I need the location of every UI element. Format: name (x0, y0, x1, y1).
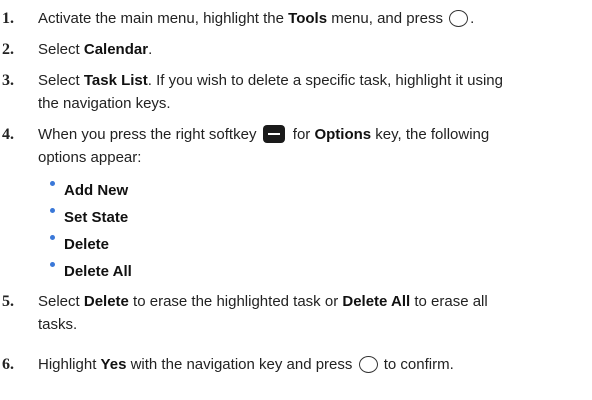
step-text-part: Highlight (38, 356, 101, 373)
step-text-part: Select (38, 41, 84, 58)
step-text: Select Delete to erase the highlighted t… (38, 290, 586, 336)
step-text-part: with the navigation key and press (126, 356, 357, 373)
option-item-delete: Delete (50, 233, 450, 256)
step-text-part: Activate the main menu, highlight the (38, 10, 289, 27)
step-emphasis: Options (314, 126, 372, 143)
step-number: 2. (2, 41, 14, 58)
step-text-part: . (470, 10, 475, 27)
option-item-set-state: Set State (50, 206, 450, 229)
option-item-add-new: Add New (50, 179, 450, 202)
option-label: Set State (64, 209, 129, 226)
step-text-part: Select (38, 293, 84, 310)
step-text-part: . If you wish to delete a specific task,… (147, 72, 503, 89)
step-emphasis: Delete (83, 293, 129, 310)
step-text-part: the navigation keys. (38, 95, 171, 112)
option-label: Delete (64, 236, 110, 253)
step-text: Activate the main menu, highlight the To… (38, 7, 586, 30)
bullet-icon (50, 235, 55, 240)
step-text-part: to erase all (410, 293, 488, 310)
step-text-part: to confirm. (379, 356, 454, 373)
step-number: 1. (2, 10, 14, 27)
option-label: Add New (64, 182, 129, 199)
bullet-icon (50, 262, 55, 267)
step-emphasis: Calendar (83, 41, 149, 58)
step-number: 5. (2, 293, 14, 310)
option-item-delete-all: Delete All (50, 260, 450, 283)
step-text-part: tasks. (38, 316, 78, 333)
step-text-part: . (148, 41, 153, 58)
step-emphasis: Yes (100, 356, 127, 373)
step-text-part: menu, and press (327, 10, 448, 27)
step-emphasis: Delete All (342, 293, 411, 310)
step-text: Select Calendar. (38, 38, 586, 61)
step-number: 6. (2, 356, 14, 373)
step-text: When you press the right softkey for Opt… (38, 123, 586, 169)
step-text: Select Task List. If you wish to delete … (38, 69, 586, 115)
step-number: 3. (2, 72, 14, 89)
step-text: Highlight Yes with the navigation key an… (38, 353, 586, 376)
step-emphasis: Tools (288, 10, 328, 27)
step-text-part: Select (38, 72, 84, 89)
step-text-part: to erase the highlighted task or (128, 293, 343, 310)
step-emphasis: Task List (83, 72, 148, 89)
step-text-part: options appear: (38, 149, 142, 166)
bullet-icon (50, 181, 55, 186)
step-text-part: key, the following (371, 126, 490, 143)
step-number: 4. (2, 126, 14, 143)
right-softkey-icon (262, 125, 285, 143)
step-text-part: for (288, 126, 315, 143)
circle-key-icon (358, 356, 378, 373)
step-text-part: When you press the right softkey (38, 126, 261, 143)
circle-key-icon (449, 10, 469, 27)
option-label: Delete All (64, 263, 132, 280)
bullet-icon (50, 208, 55, 213)
